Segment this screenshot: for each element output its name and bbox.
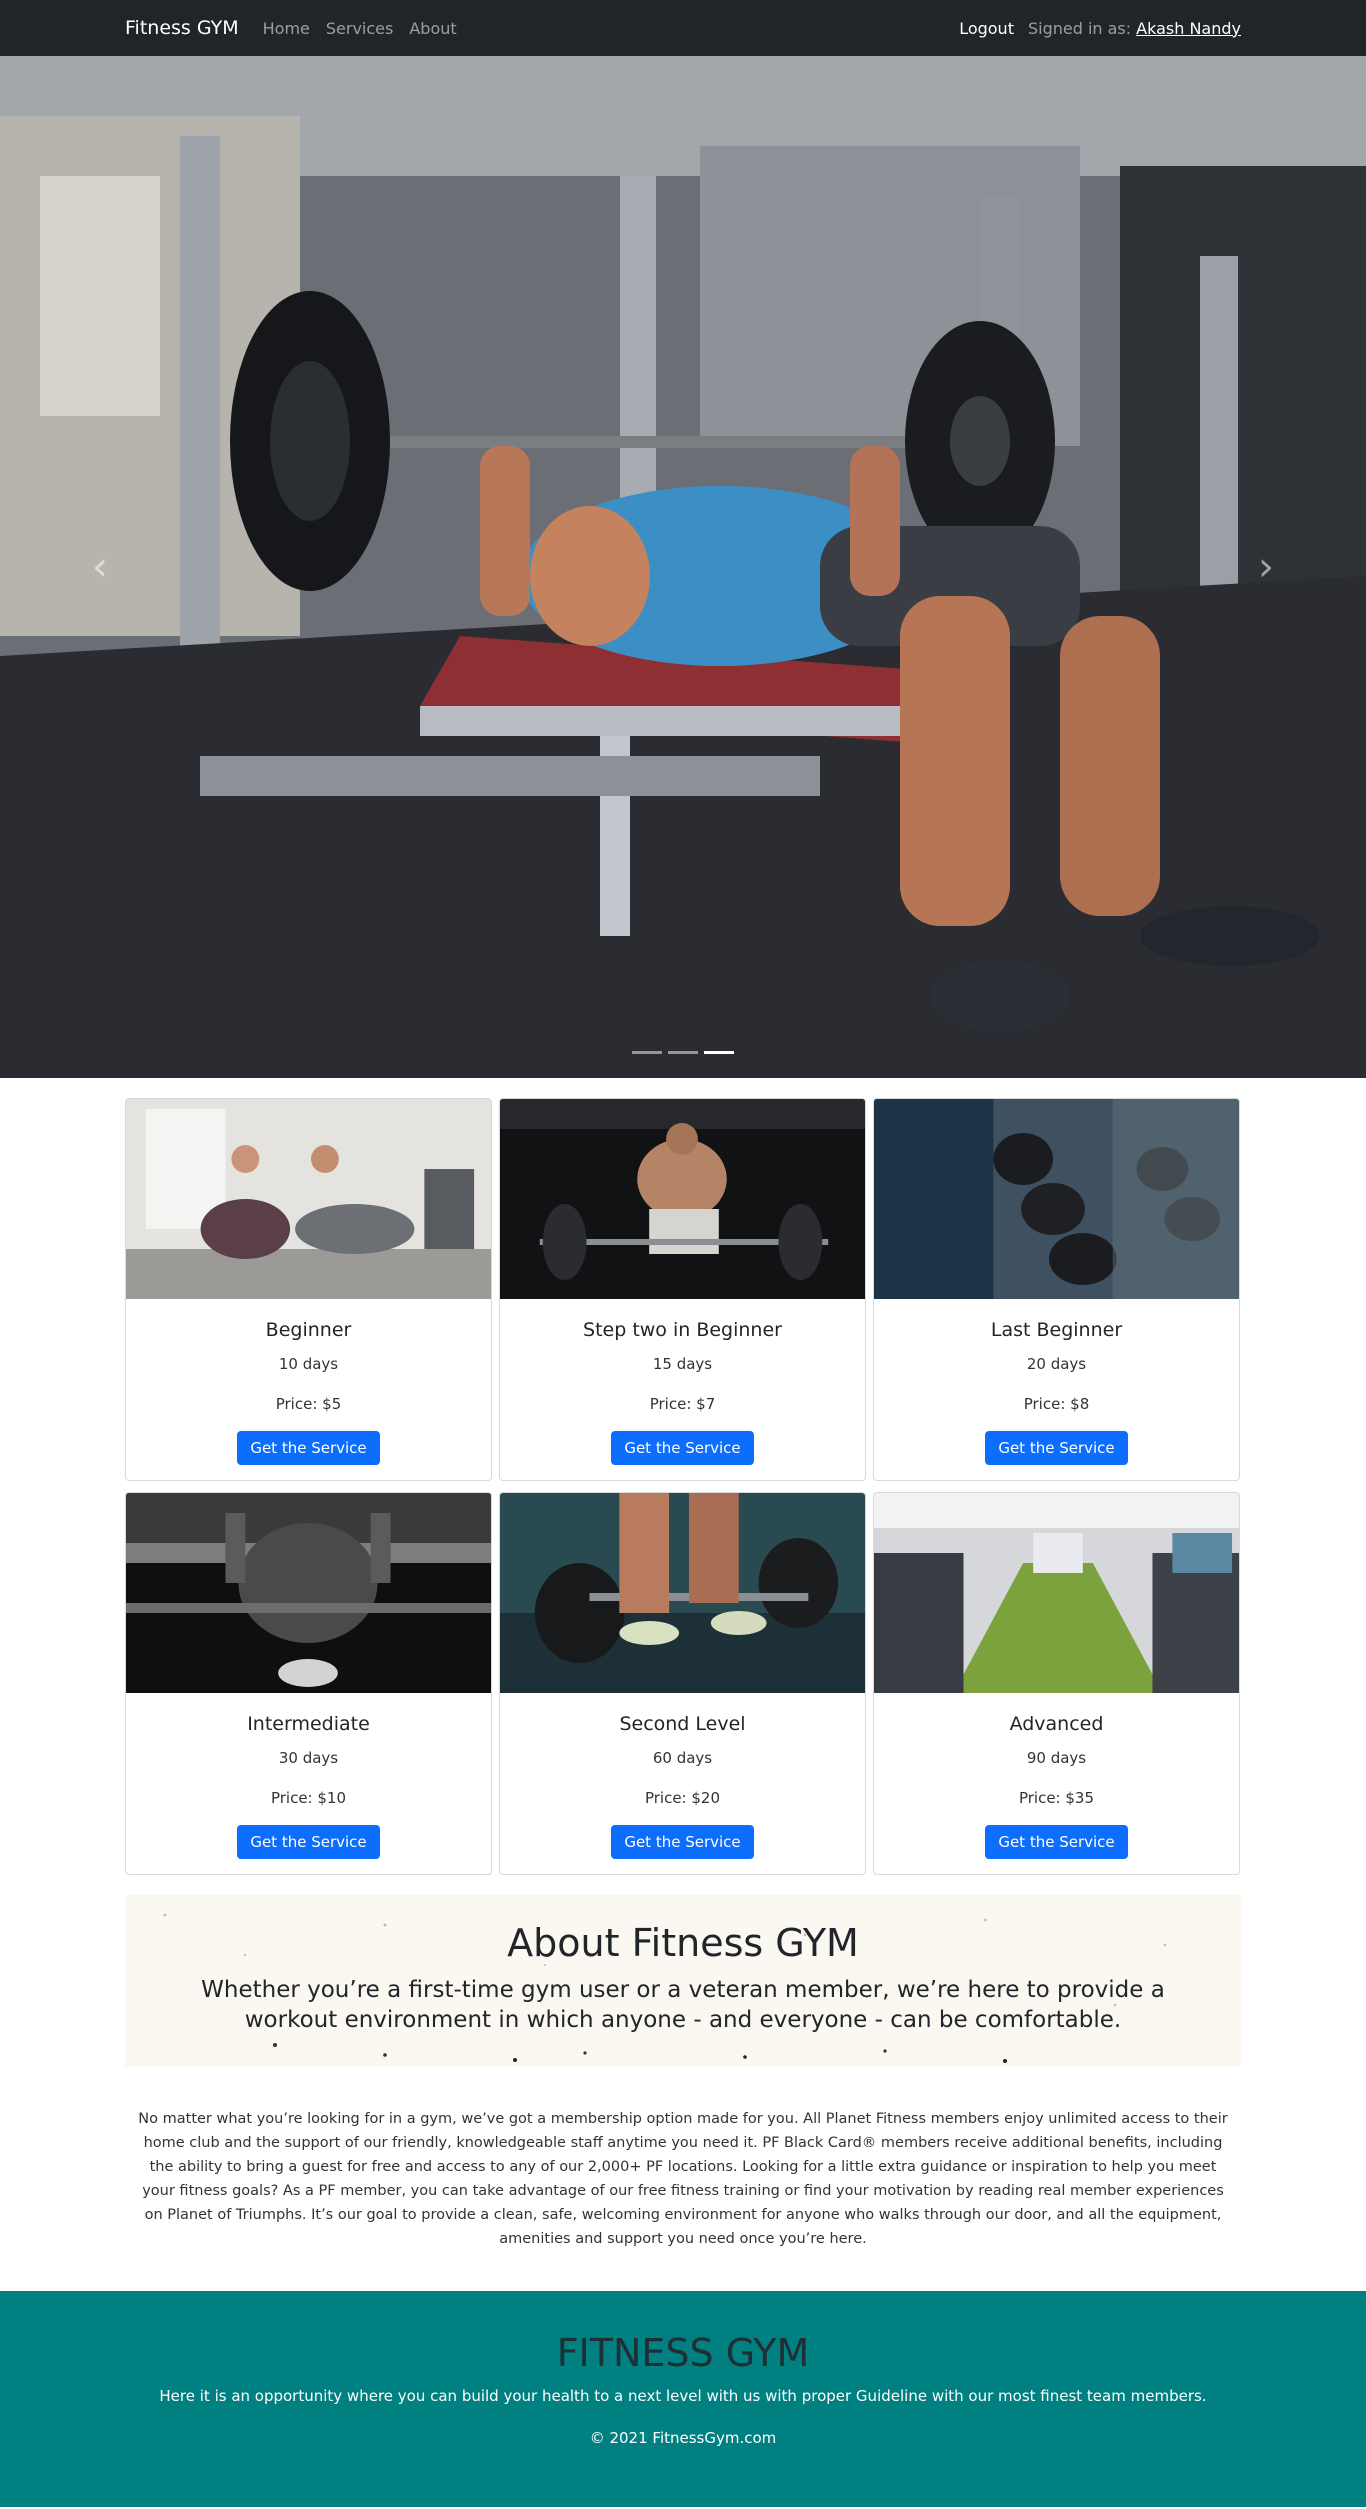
about-banner: About Fitness GYM Whether you’re a first… [125,1895,1241,2067]
service-card: Last Beginner 20 days Price: $8 Get the … [873,1098,1240,1481]
service-image-back-muscles [126,1493,491,1693]
service-image-deadlift [500,1099,865,1299]
service-price: Price: $10 [270,1789,347,1807]
service-card: Step two in Beginner 15 days Price: $7 G… [499,1098,866,1481]
about-body: No matter what you’re looking for in a g… [138,2111,1228,2247]
nav-link-about[interactable]: About [409,19,456,38]
logout-link[interactable]: Logout [959,19,1014,38]
navbar: Fitness GYM Home Services About Logout S… [0,0,1366,56]
service-duration: 15 days [652,1355,713,1373]
footer-copyright: © 2021 FitnessGym.com [589,2429,777,2447]
service-price: Price: $8 [1023,1395,1090,1413]
service-card: Beginner 10 days Price: $5 Get the Servi… [125,1098,492,1481]
nav-link-services[interactable]: Services [326,19,393,38]
service-price: Price: $20 [644,1789,721,1807]
get-service-button[interactable]: Get the Service [985,1431,1128,1465]
service-card: Second Level 60 days Price: $20 Get the … [499,1492,866,1875]
service-title: Beginner [265,1319,352,1341]
service-image-barbell-lift [500,1493,865,1693]
service-duration: 20 days [1026,1355,1087,1373]
service-duration: 10 days [278,1355,339,1373]
footer: FITNESS GYM Here it is an opportunity wh… [0,2291,1366,2507]
signed-in-label: Signed in as: [1027,18,1132,38]
nav-right: Logout Signed in as: Akash Nandy [959,19,1241,38]
carousel-indicator-1[interactable] [632,1051,662,1054]
nav-link-home[interactable]: Home [263,19,310,38]
service-image-dumbbells [874,1099,1239,1299]
carousel-indicators [0,1051,1366,1054]
service-title: Last Beginner [990,1319,1123,1341]
get-service-button[interactable]: Get the Service [985,1825,1128,1859]
about-title: About Fitness GYM [507,1921,859,1965]
service-duration: 60 days [652,1749,713,1767]
get-service-button[interactable]: Get the Service [611,1431,754,1465]
service-image-stretching [126,1099,491,1299]
service-title: Step two in Beginner [583,1319,782,1341]
brand-link[interactable]: Fitness GYM [125,17,239,39]
service-card: Advanced 90 days Price: $35 Get the Serv… [873,1492,1240,1875]
get-service-button[interactable]: Get the Service [237,1431,380,1465]
services-grid: Beginner 10 days Price: $5 Get the Servi… [125,1098,1241,1875]
carousel-indicator-2[interactable] [668,1051,698,1054]
service-title: Intermediate [247,1713,370,1735]
service-title: Advanced [1009,1713,1104,1735]
carousel-indicator-3[interactable] [704,1051,734,1054]
service-price: Price: $7 [649,1395,716,1413]
carousel-image-bench-press [0,56,1366,1078]
service-image-gym-interior [874,1493,1239,1693]
get-service-button[interactable]: Get the Service [237,1825,380,1859]
footer-title: FITNESS GYM [556,2331,810,2375]
service-duration: 30 days [278,1749,339,1767]
service-title: Second Level [619,1713,746,1735]
chevron-right-icon[interactable]: › [1166,56,1366,1078]
nav-left: Fitness GYM Home Services About [125,17,473,39]
user-name-link[interactable]: Akash Nandy [1136,19,1241,38]
get-service-button[interactable]: Get the Service [611,1825,754,1859]
chevron-left-icon[interactable]: ‹ [0,56,200,1078]
service-card: Intermediate 30 days Price: $10 Get the … [125,1492,492,1875]
about-subtitle: Whether you’re a first-time gym user or … [201,1977,1165,2033]
service-duration: 90 days [1026,1749,1087,1767]
hero-carousel: ‹ › [0,56,1366,1078]
service-price: Price: $5 [275,1395,342,1413]
footer-tagline: Here it is an opportunity where you can … [159,2387,1207,2405]
service-price: Price: $35 [1018,1789,1095,1807]
